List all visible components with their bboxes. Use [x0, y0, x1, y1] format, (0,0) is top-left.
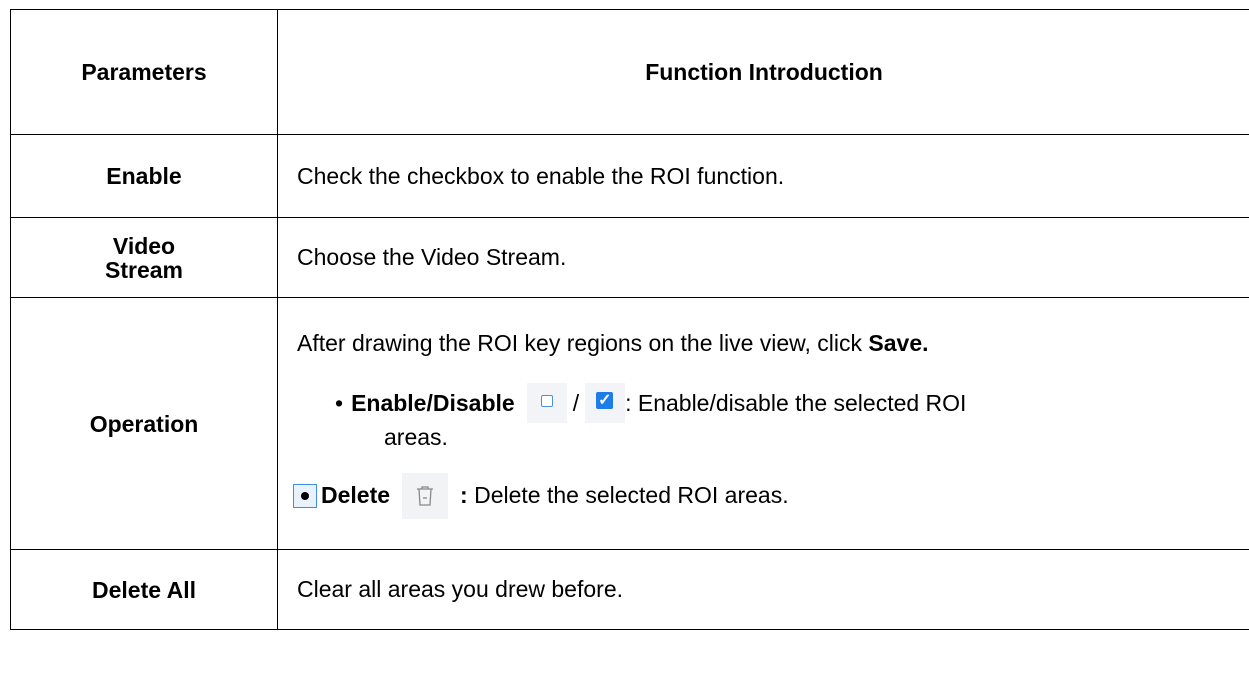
delete-colon: : — [460, 482, 468, 508]
param-desc-delete-all: Clear all areas you drew before. — [277, 549, 1249, 630]
param-desc-video-stream: Choose the Video Stream. — [277, 217, 1249, 298]
table-row-operation: Operation After drawing the ROI key regi… — [10, 297, 1249, 550]
table-header-row: Parameters Function Introduction — [10, 9, 1249, 135]
bullet-delete: Delete : Delete the selected ROI areas. — [293, 472, 1240, 519]
param-name-video-line1: Video — [112, 232, 176, 259]
param-name-enable: Enable — [10, 134, 278, 218]
header-function-introduction: Function Introduction — [277, 9, 1249, 135]
parameters-table: Parameters Function Introduction Enable … — [10, 9, 1249, 630]
param-name-delete-all: Delete All — [10, 549, 278, 630]
enable-disable-text: : Enable/disable the selected ROI — [625, 389, 967, 416]
trash-icon — [402, 472, 449, 519]
header-parameters: Parameters — [10, 9, 278, 135]
checkbox-checked-icon: ✓ — [585, 382, 626, 423]
operation-intro-save: Save. — [868, 329, 929, 356]
table-row-enable: Enable Check the checkbox to enable the … — [10, 134, 1249, 218]
enable-disable-label: Enable/Disable — [351, 389, 515, 416]
radio-selected-icon — [293, 483, 317, 508]
slash-separator: / — [572, 389, 580, 416]
checkbox-unchecked-icon — [526, 382, 567, 423]
operation-intro: After drawing the ROI key regions on the… — [297, 329, 1240, 357]
table-row-delete-all: Delete All Clear all areas you drew befo… — [10, 549, 1249, 630]
delete-text: Delete the selected ROI areas. — [467, 482, 789, 508]
enable-disable-wrap: areas. — [384, 423, 448, 450]
param-name-video-line2: Stream — [105, 256, 183, 283]
param-desc-operation: After drawing the ROI key regions on the… — [277, 297, 1249, 550]
param-desc-enable: Check the checkbox to enable the ROI fun… — [277, 134, 1249, 218]
bullet-dot: • — [335, 389, 344, 416]
param-name-operation: Operation — [10, 297, 278, 550]
table-row-video-stream: Video Stream Choose the Video Stream. — [10, 217, 1249, 298]
param-name-video-stream: Video Stream — [10, 217, 278, 298]
delete-label: Delete — [321, 482, 391, 508]
operation-intro-text: After drawing the ROI key regions on the… — [297, 329, 869, 356]
bullet-enable-disable: • Enable/Disable / ✓ : Enable/disable th… — [335, 382, 1240, 423]
